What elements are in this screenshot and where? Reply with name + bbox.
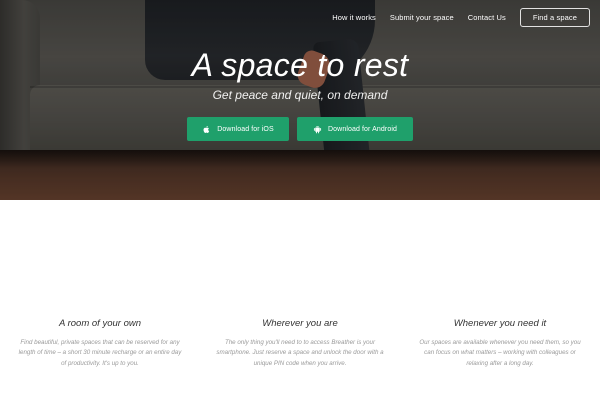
download-ios-label: Download for iOS bbox=[217, 125, 274, 133]
hero-subtitle: Get peace and quiet, on demand bbox=[212, 88, 388, 102]
find-space-button[interactable]: Find a space bbox=[519, 8, 590, 27]
nav-submit-space[interactable]: Submit your space bbox=[390, 13, 454, 22]
feature-text: Our spaces are available whenever you ne… bbox=[419, 339, 581, 367]
android-icon bbox=[313, 125, 322, 133]
top-nav: How it works Submit your space Contact U… bbox=[318, 8, 590, 27]
hero-title: A space to rest bbox=[191, 47, 409, 83]
apple-icon bbox=[203, 125, 210, 133]
feature-title: Wherever you are bbox=[262, 318, 338, 329]
feature-title: Whenever you need it bbox=[453, 318, 547, 329]
download-buttons: Download for iOS Download for Android bbox=[0, 117, 600, 141]
feature-room-of-your-own: A room of your own Find beautiful, priva… bbox=[0, 318, 200, 369]
nav-how-it-works[interactable]: How it works bbox=[332, 13, 376, 22]
download-android-label: Download for Android bbox=[328, 125, 397, 133]
feature-text: The only thing you'll need to to access … bbox=[216, 339, 384, 367]
nav-contact-us[interactable]: Contact Us bbox=[468, 13, 506, 22]
download-android-button[interactable]: Download for Android bbox=[297, 117, 413, 141]
features-section: A room of your own Find beautiful, priva… bbox=[0, 318, 600, 369]
download-ios-button[interactable]: Download for iOS bbox=[187, 117, 289, 141]
feature-title: A room of your own bbox=[58, 318, 142, 329]
feature-text: Find beautiful, private spaces that can … bbox=[18, 339, 182, 367]
feature-whenever-you-need-it: Whenever you need it Our spaces are avai… bbox=[400, 318, 600, 369]
hero-section: How it works Submit your space Contact U… bbox=[0, 0, 600, 200]
feature-wherever-you-are: Wherever you are The only thing you'll n… bbox=[200, 318, 400, 369]
